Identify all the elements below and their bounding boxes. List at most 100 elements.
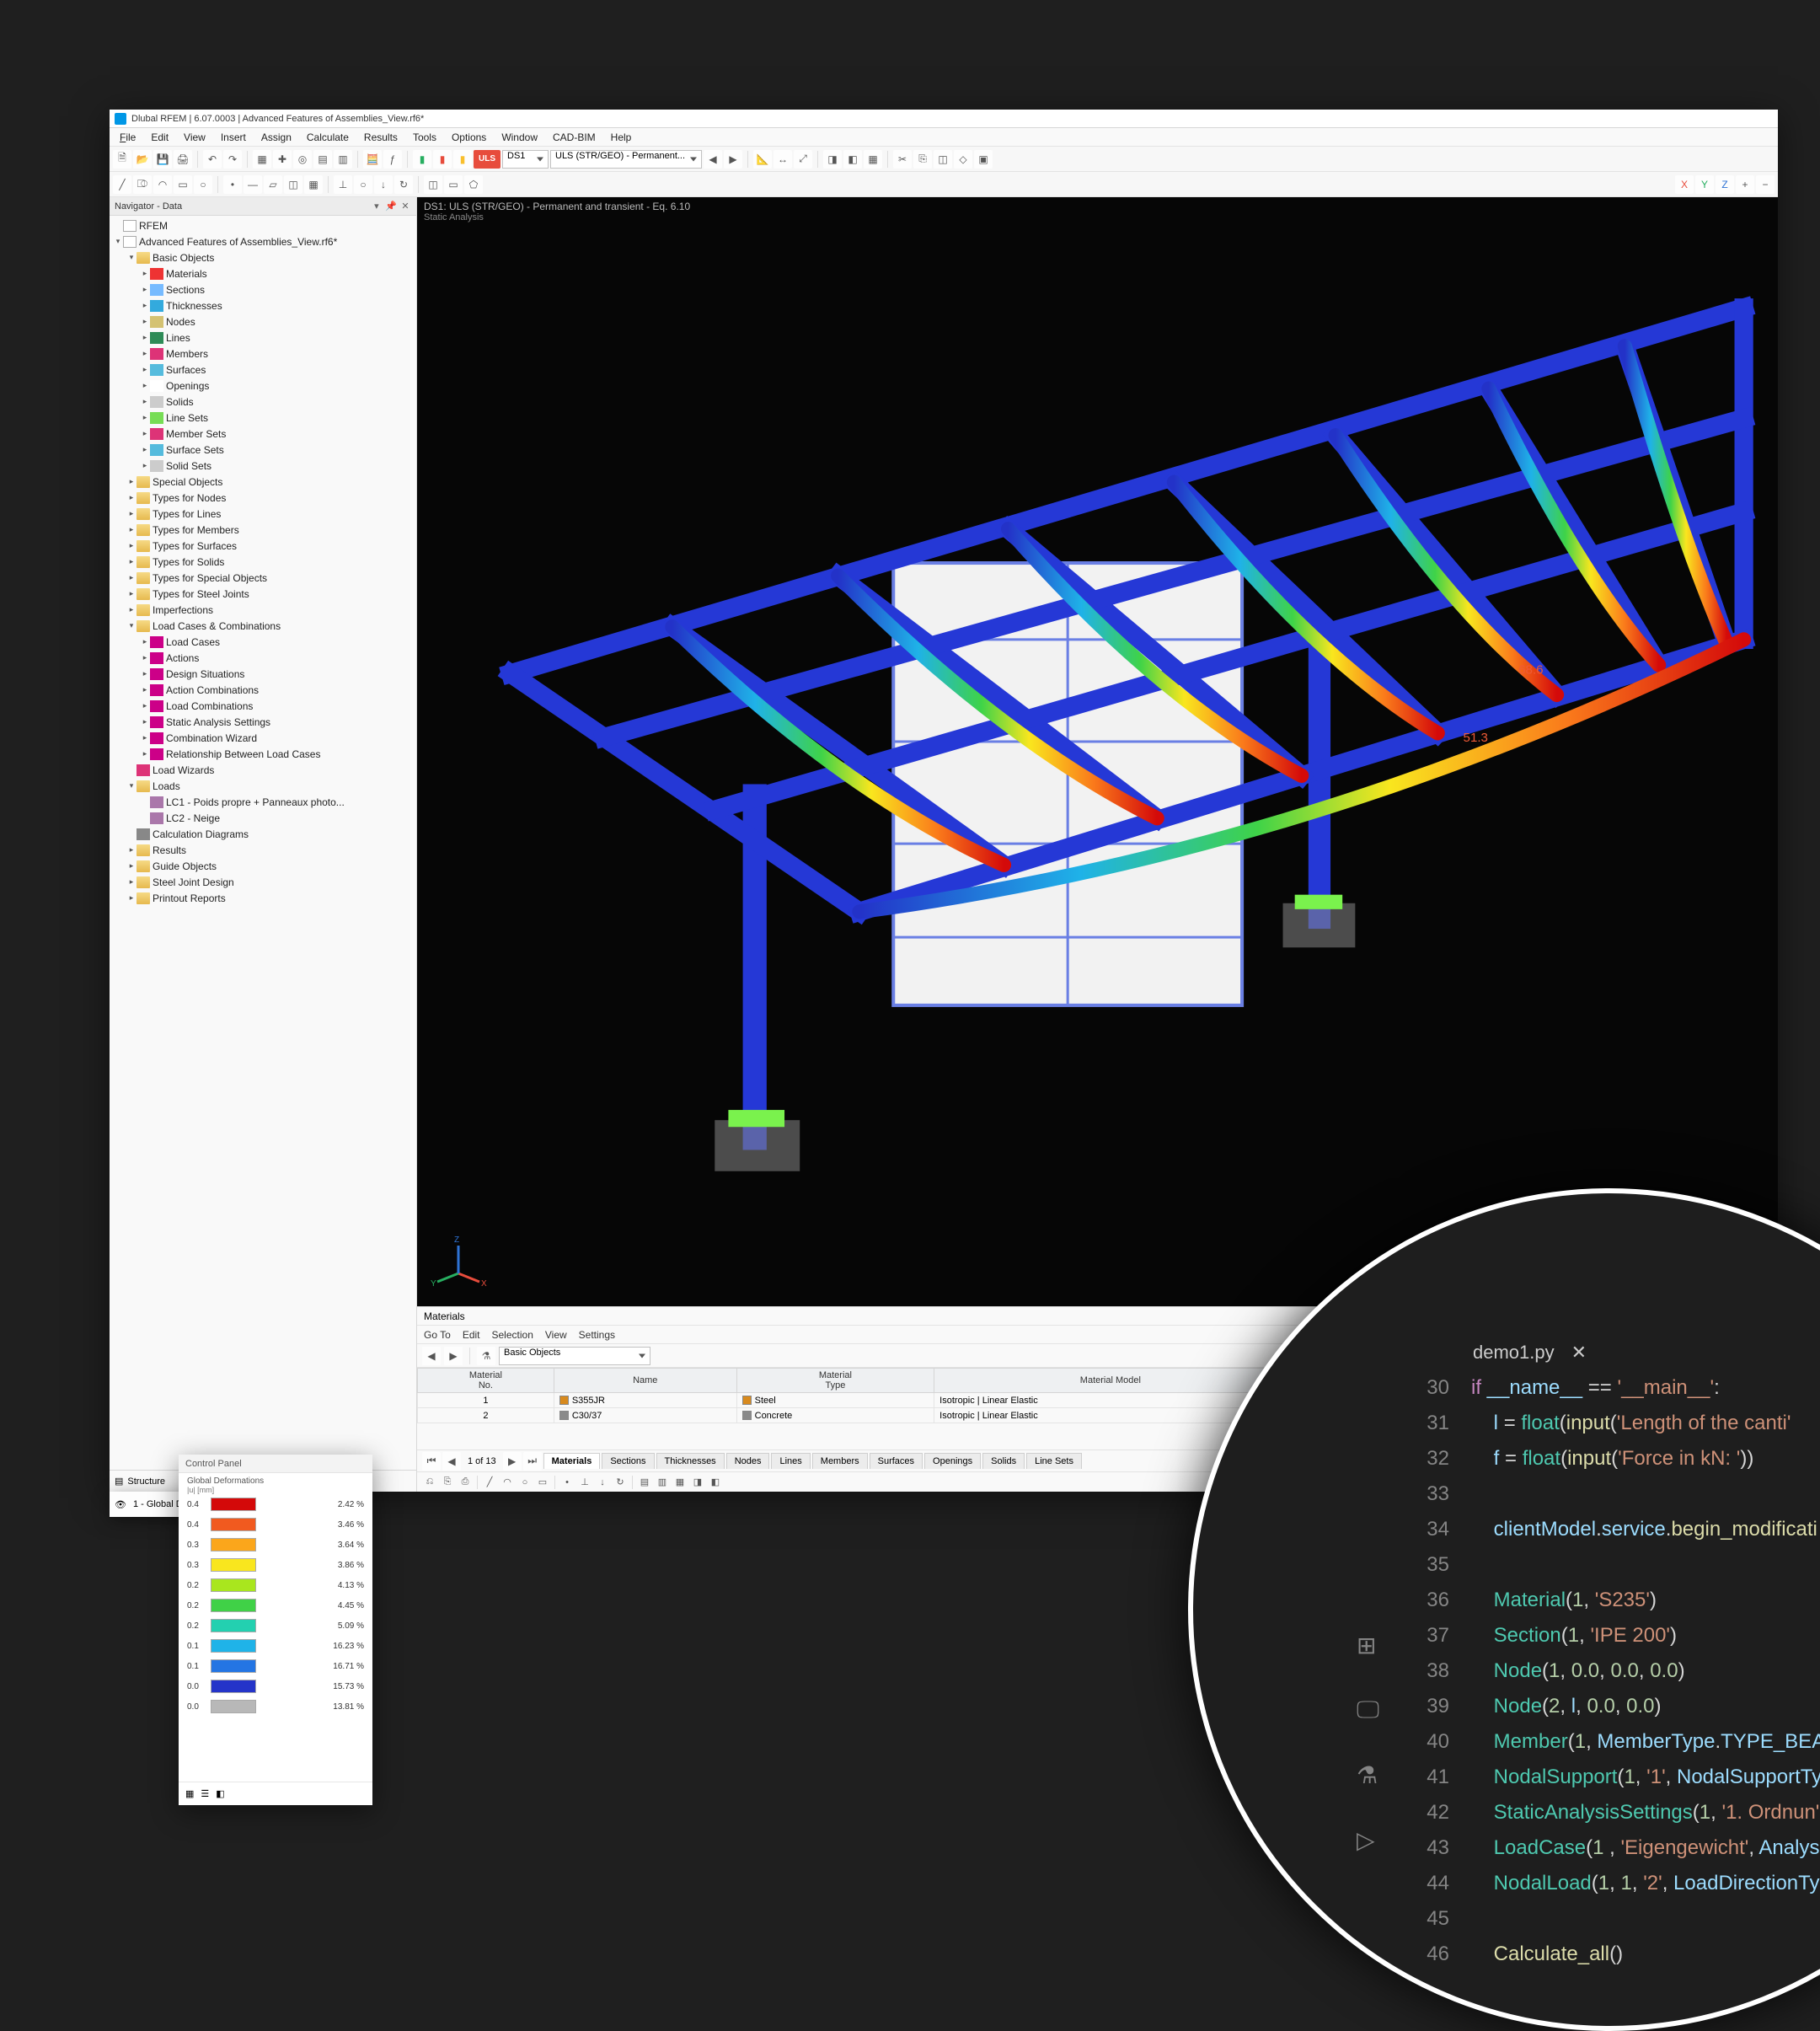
tree-item[interactable]: ▾Loads (110, 778, 416, 794)
view-iso-icon[interactable]: ◇ (954, 150, 972, 169)
tree-item[interactable]: LC2 - Neige (110, 810, 416, 826)
cp-view3-icon[interactable]: ◧ (216, 1788, 224, 1799)
mini-tool-icon[interactable]: ╱ (482, 1475, 497, 1490)
tree-item[interactable]: ▸Types for Solids (110, 554, 416, 570)
tree-item[interactable]: ▸Types for Lines (110, 506, 416, 522)
save-icon[interactable]: 💾 (153, 150, 172, 169)
prev-icon[interactable]: ◀ (704, 150, 722, 169)
tree-item[interactable]: ▸Sections (110, 281, 416, 297)
3d-viewport[interactable]: DS1: ULS (STR/GEO) - Permanent and trans… (417, 197, 1778, 1306)
mini-tool-icon[interactable]: ▤ (637, 1475, 652, 1490)
coord-z-icon[interactable]: Z (1716, 175, 1734, 194)
bp-tab-thicknesses[interactable]: Thicknesses (656, 1453, 725, 1469)
nav-dropdown-icon[interactable]: ▾ (371, 201, 383, 212)
navigator-tree[interactable]: RFEM▾Advanced Features of Assemblies_Vie… (110, 216, 416, 1470)
bp-menu-go-to[interactable]: Go To (424, 1329, 451, 1341)
render1-icon[interactable]: ◨ (823, 150, 842, 169)
scale-icon[interactable]: ⤢ (794, 150, 812, 169)
axes-icon[interactable]: ✚ (273, 150, 292, 169)
code-editor[interactable]: 30if __name__ == '__main__':31 l = float… (1404, 1370, 1820, 1972)
tree-item[interactable]: ▸Types for Surfaces (110, 538, 416, 554)
testing-icon[interactable]: ⚗ (1357, 1761, 1379, 1789)
remote-icon[interactable]: 🖵 (1357, 1696, 1379, 1724)
flag1-icon[interactable]: ▮ (413, 150, 431, 169)
menu-results[interactable]: Results (357, 130, 404, 145)
menu-insert[interactable]: Insert (214, 130, 253, 145)
tree-item[interactable]: ▸Printout Reports (110, 890, 416, 906)
tree-item[interactable]: ▸Load Cases (110, 634, 416, 650)
copy-icon[interactable]: ⎘ (913, 150, 932, 169)
load-icon[interactable]: ↓ (374, 175, 393, 194)
menu-assign[interactable]: Assign (254, 130, 298, 145)
bp-menu-view[interactable]: View (545, 1329, 567, 1341)
tree-item[interactable]: ▸Relationship Between Load Cases (110, 746, 416, 762)
mini-tool-icon[interactable]: ○ (517, 1475, 533, 1490)
undo-icon[interactable]: ↶ (203, 150, 222, 169)
member-icon[interactable]: — (244, 175, 262, 194)
flag3-icon[interactable]: ▮ (453, 150, 472, 169)
mini-tool-icon[interactable]: ⊥ (577, 1475, 592, 1490)
tree-item[interactable]: ▸Types for Members (110, 522, 416, 538)
mini-tool-icon[interactable]: ⎙ (458, 1475, 473, 1490)
menu-help[interactable]: Help (604, 130, 639, 145)
basic-objects-combo[interactable]: Basic Objects (499, 1347, 650, 1365)
tree-item[interactable]: Calculation Diagrams (110, 826, 416, 842)
mini-tool-icon[interactable]: ⎌ (422, 1475, 437, 1490)
uls-badge[interactable]: ULS (474, 150, 500, 169)
draw-line-icon[interactable]: ╱ (113, 175, 131, 194)
tree-item[interactable]: ▸Design Situations (110, 666, 416, 682)
flag2-icon[interactable]: ▮ (433, 150, 452, 169)
tree-item[interactable]: ▸Nodes (110, 313, 416, 330)
nav-tab-icon[interactable]: ▤ (115, 1476, 123, 1487)
bp-tab-line-sets[interactable]: Line Sets (1026, 1453, 1082, 1469)
dim-icon[interactable]: ↔ (774, 150, 792, 169)
redo-icon[interactable]: ↷ (223, 150, 242, 169)
tab-first-icon[interactable]: ⏮ (422, 1452, 441, 1471)
prev-obj-icon[interactable]: ◀ (422, 1347, 441, 1365)
draw-rect-icon[interactable]: ▭ (174, 175, 192, 194)
bp-tab-nodes[interactable]: Nodes (726, 1453, 770, 1469)
tree-item[interactable]: ▸Actions (110, 650, 416, 666)
tree-item[interactable]: ▾Load Cases & Combinations (110, 618, 416, 634)
menu-tools[interactable]: Tools (406, 130, 443, 145)
tree-item[interactable]: RFEM (110, 217, 416, 233)
tree-item[interactable]: ▸Guide Objects (110, 858, 416, 874)
tab-next-icon[interactable]: ▶ (503, 1452, 522, 1471)
bp-tab-surfaces[interactable]: Surfaces (870, 1453, 923, 1469)
mini-tool-icon[interactable]: ↓ (595, 1475, 610, 1490)
moment-icon[interactable]: ↻ (394, 175, 413, 194)
tree-item[interactable]: ▸Thicknesses (110, 297, 416, 313)
tree-item[interactable]: ▸Action Combinations (110, 682, 416, 698)
mini-tool-icon[interactable]: ◨ (690, 1475, 705, 1490)
tree-item[interactable]: Load Wizards (110, 762, 416, 778)
mini-tool-icon[interactable]: ▥ (655, 1475, 670, 1490)
hinge-icon[interactable]: ○ (354, 175, 372, 194)
extensions-icon[interactable]: ⊞ (1357, 1632, 1379, 1659)
render3-icon[interactable]: ▦ (864, 150, 882, 169)
tree-item[interactable]: ▸Combination Wizard (110, 730, 416, 746)
tree-item[interactable]: ▸Special Objects (110, 474, 416, 490)
bp-tab-lines[interactable]: Lines (771, 1453, 810, 1469)
mini-tool-icon[interactable]: ▭ (535, 1475, 550, 1490)
nav-pin-icon[interactable]: 📌 (385, 201, 397, 212)
next-obj-icon[interactable]: ▶ (444, 1347, 463, 1365)
tree-item[interactable]: ▸Types for Steel Joints (110, 586, 416, 602)
cp-view2-icon[interactable]: ☰ (201, 1788, 209, 1799)
debug-icon[interactable]: ▷ (1357, 1826, 1379, 1854)
field-icon[interactable]: ▤ (313, 150, 332, 169)
mini-tool-icon[interactable]: ◧ (708, 1475, 723, 1490)
mini-tool-icon[interactable]: ▦ (672, 1475, 688, 1490)
field2-icon[interactable]: ▥ (334, 150, 352, 169)
code-tab-close-icon[interactable]: ✕ (1571, 1342, 1587, 1364)
solid-icon[interactable]: ▦ (304, 175, 323, 194)
coord-y-icon[interactable]: Y (1695, 175, 1714, 194)
menu-calculate[interactable]: Calculate (300, 130, 356, 145)
nav-structure-tab[interactable]: Structure (127, 1476, 165, 1487)
select-poly-icon[interactable]: ⬠ (464, 175, 483, 194)
tree-item[interactable]: ▸Imperfections (110, 602, 416, 618)
bp-tab-materials[interactable]: Materials (543, 1453, 601, 1469)
mini-tool-icon[interactable]: ◠ (500, 1475, 515, 1490)
measure-icon[interactable]: 📐 (753, 150, 772, 169)
tree-item[interactable]: ▸Types for Special Objects (110, 570, 416, 586)
open-file-icon[interactable]: 📂 (133, 150, 152, 169)
